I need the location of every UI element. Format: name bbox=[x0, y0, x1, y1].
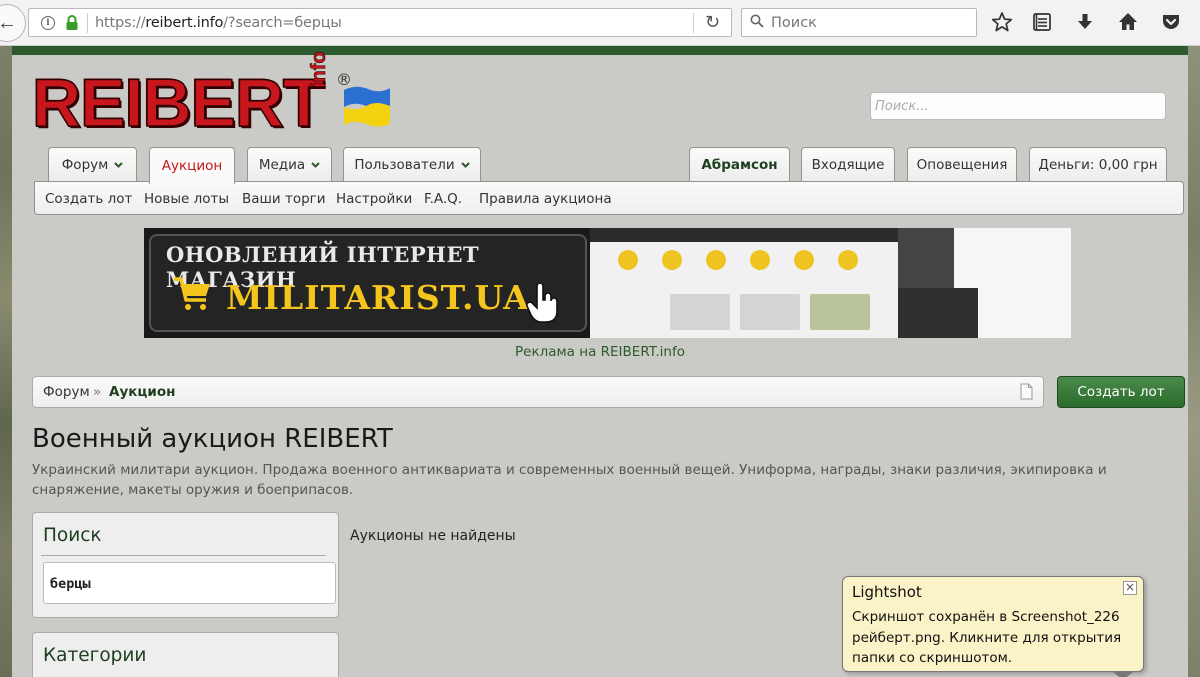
breadcrumb-separator: » bbox=[93, 384, 102, 400]
category-icon bbox=[838, 250, 858, 270]
categories-panel: Категории bbox=[32, 632, 339, 677]
chevron-down-icon bbox=[311, 162, 320, 168]
tab-money[interactable]: Деньги: 0,00 грн bbox=[1029, 147, 1167, 182]
tab-forum[interactable]: Форум bbox=[48, 147, 137, 182]
search-icon bbox=[750, 14, 764, 28]
back-arrow-icon: ← bbox=[0, 11, 17, 34]
tab-inbox[interactable]: Входящие bbox=[801, 147, 895, 182]
tab-user-account[interactable]: Абрамсон bbox=[689, 147, 790, 182]
search-panel: Поиск берцы bbox=[32, 512, 339, 618]
tab-forum-label: Форум bbox=[61, 157, 109, 173]
category-icon bbox=[706, 250, 726, 270]
subnav-your-bids[interactable]: Ваши торги bbox=[242, 191, 326, 207]
tab-media[interactable]: Медиа bbox=[247, 147, 332, 182]
ad-product-image bbox=[898, 288, 978, 338]
ad-shop-header bbox=[590, 228, 898, 242]
auction-search-input[interactable]: берцы bbox=[43, 562, 336, 604]
url-host: reibert.info bbox=[145, 15, 224, 31]
reload-icon[interactable]: ↻ bbox=[705, 12, 720, 33]
browser-search-placeholder: Поиск bbox=[771, 15, 817, 31]
page-description: Украинский милитари аукцион. Продажа вое… bbox=[32, 462, 1107, 498]
ad-brand: MILITARIST.UA bbox=[226, 278, 530, 317]
url-path: /?search=берцы bbox=[223, 15, 342, 31]
browser-search-input[interactable]: Поиск bbox=[741, 8, 977, 37]
ad-product-grid bbox=[590, 228, 898, 338]
panel-divider bbox=[41, 555, 326, 556]
pointer-hand-icon bbox=[526, 284, 558, 323]
browser-toolbar: ← i https://reibert.info/?search=берцы ↻… bbox=[0, 0, 1200, 46]
chevron-down-icon bbox=[460, 162, 470, 168]
url-text[interactable]: https://reibert.info/?search=берцы bbox=[95, 15, 342, 31]
category-icon bbox=[750, 250, 770, 270]
subnav-faq[interactable]: F.A.Q. bbox=[424, 191, 462, 207]
lightshot-notification[interactable]: Lightshot × Скриншот сохранён в Screensh… bbox=[842, 576, 1144, 677]
user-name: Абрамсон bbox=[701, 157, 778, 173]
search-panel-title: Поиск bbox=[43, 525, 102, 546]
tab-media-label: Медиа bbox=[258, 157, 306, 173]
url-separator bbox=[87, 13, 88, 33]
notification-body: Скриншот сохранён в Screenshot_226 рейбе… bbox=[852, 609, 1122, 666]
pocket-icon[interactable] bbox=[1160, 11, 1182, 33]
page-title: Военный аукцион REIBERT bbox=[32, 424, 393, 454]
back-button[interactable]: ← bbox=[0, 4, 26, 42]
categories-panel-title: Категории bbox=[43, 645, 147, 666]
notification-title: Lightshot bbox=[852, 583, 922, 601]
cart-icon bbox=[174, 277, 210, 310]
tab-inbox-label: Входящие bbox=[811, 157, 885, 173]
ad-caption[interactable]: Реклама на REIBERT.info bbox=[12, 344, 1188, 360]
ukraine-flag-icon bbox=[344, 86, 390, 127]
auction-subnav: Создать лот Новые лоты Ваши торги Настро… bbox=[34, 181, 1184, 215]
lock-icon bbox=[66, 15, 78, 30]
page-background-left bbox=[0, 46, 12, 677]
breadcrumb: Форум » Аукцион bbox=[32, 376, 1044, 408]
page-background-right bbox=[1188, 46, 1200, 677]
ad-product-image bbox=[740, 294, 800, 330]
create-lot-button[interactable]: Создать лот bbox=[1057, 376, 1185, 408]
home-icon[interactable] bbox=[1117, 11, 1139, 33]
subnav-create-lot[interactable]: Создать лот bbox=[45, 191, 132, 207]
reload-separator bbox=[693, 13, 694, 33]
breadcrumb-forum[interactable]: Форум bbox=[43, 384, 90, 400]
download-icon[interactable] bbox=[1074, 11, 1096, 33]
ad-product-page bbox=[898, 228, 1071, 338]
tab-users-label: Пользователи bbox=[354, 157, 455, 173]
ad-product-image bbox=[898, 228, 954, 288]
site-search-input[interactable]: Поиск... bbox=[870, 92, 1166, 120]
tab-alerts-label: Оповещения bbox=[916, 157, 1008, 173]
document-icon[interactable] bbox=[1020, 383, 1033, 400]
top-accent-bar bbox=[12, 46, 1188, 55]
subnav-auction-rules[interactable]: Правила аукциона bbox=[479, 191, 612, 207]
ad-banner[interactable]: ОНОВЛЕНИЙ ІНТЕРНЕТ МАГАЗИН MILITARIST.UA bbox=[144, 228, 1071, 338]
url-scheme: https:// bbox=[95, 15, 146, 31]
ad-left-panel: ОНОВЛЕНИЙ ІНТЕРНЕТ МАГАЗИН MILITARIST.UA bbox=[144, 228, 590, 338]
logo-info-suffix: info bbox=[308, 51, 331, 88]
tab-money-label: Деньги: 0,00 грн bbox=[1038, 157, 1158, 173]
no-results-message: Аукционы не найдены bbox=[350, 528, 516, 544]
info-icon[interactable]: i bbox=[41, 16, 55, 30]
tab-users[interactable]: Пользователи bbox=[343, 147, 481, 182]
reading-list-icon[interactable] bbox=[1031, 11, 1053, 33]
address-bar[interactable]: i https://reibert.info/?search=берцы ↻ bbox=[28, 8, 732, 37]
tab-auction-label: Аукцион bbox=[161, 158, 223, 174]
close-icon[interactable]: × bbox=[1123, 581, 1137, 595]
tab-auction[interactable]: Аукцион bbox=[149, 147, 235, 184]
category-icon bbox=[662, 250, 682, 270]
ad-product-image bbox=[670, 294, 730, 330]
subnav-new-lots[interactable]: Новые лоты bbox=[144, 191, 229, 207]
category-icon bbox=[618, 250, 638, 270]
logo-wordmark: REIBERT bbox=[31, 65, 325, 141]
chevron-down-icon bbox=[114, 162, 124, 168]
tab-alerts[interactable]: Оповещения bbox=[907, 147, 1017, 182]
breadcrumb-auction[interactable]: Аукцион bbox=[109, 384, 175, 400]
notification-pointer bbox=[1113, 672, 1133, 677]
subnav-settings[interactable]: Настройки bbox=[336, 191, 412, 207]
ad-product-image bbox=[810, 294, 870, 330]
category-icon bbox=[794, 250, 814, 270]
bookmark-star-icon[interactable] bbox=[991, 11, 1013, 33]
